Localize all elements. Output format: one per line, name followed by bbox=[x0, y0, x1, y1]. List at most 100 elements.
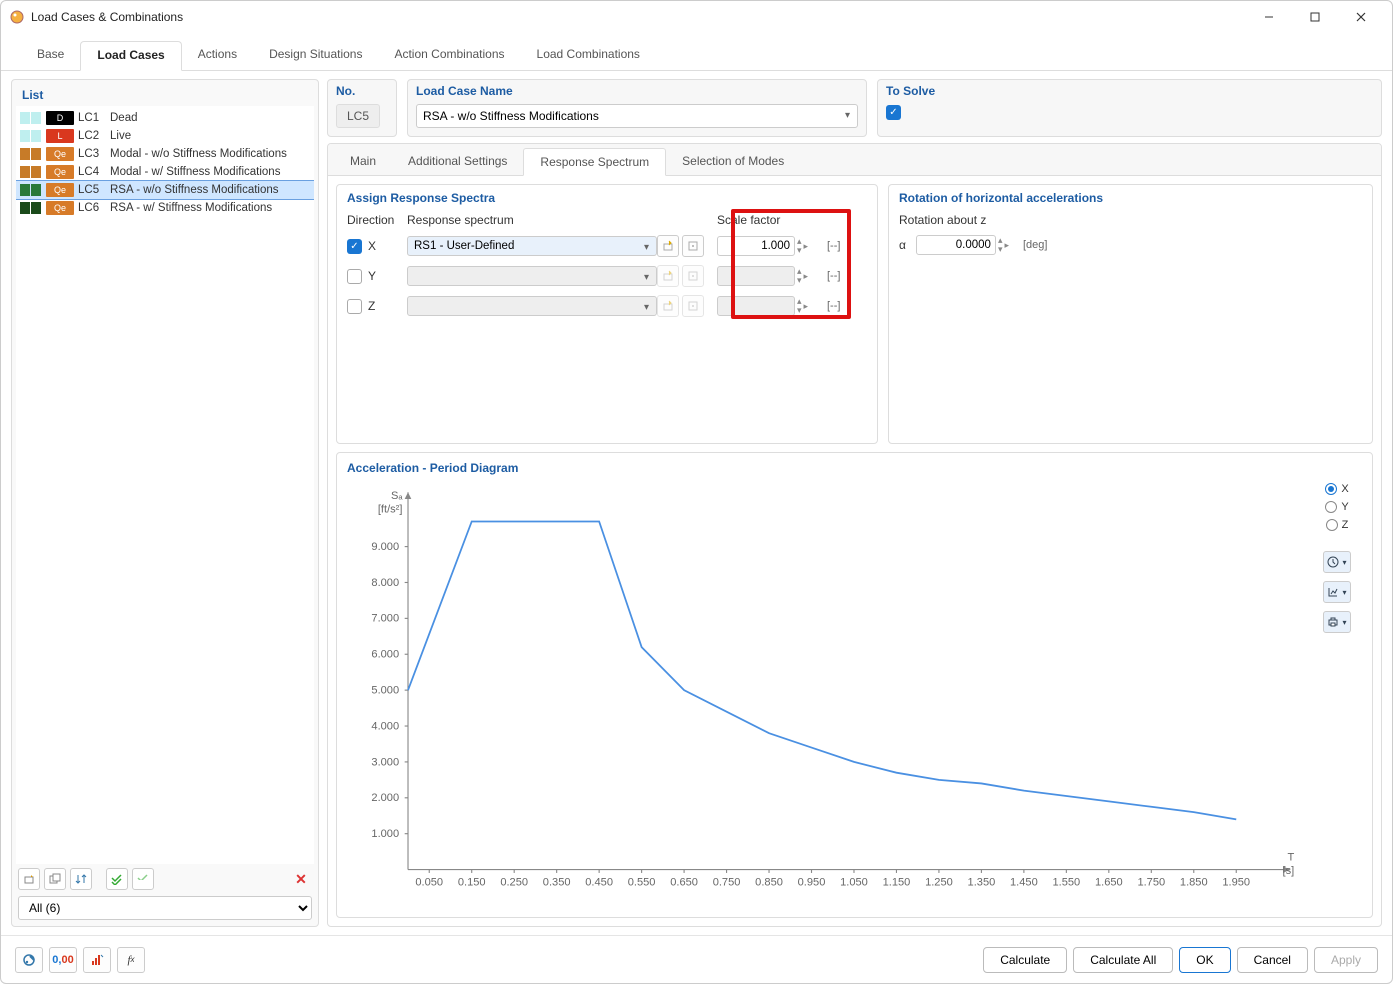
rotation-value-input[interactable] bbox=[916, 235, 996, 255]
chart-tool-print-icon[interactable]: ▾ bbox=[1323, 611, 1351, 633]
function-button[interactable]: fx bbox=[117, 947, 145, 973]
assign-header: Assign Response Spectra bbox=[347, 191, 867, 205]
direction-z-checkbox[interactable] bbox=[347, 299, 362, 314]
graph-button[interactable] bbox=[83, 947, 111, 973]
rotation-panel: Rotation of horizontal accelerations Rot… bbox=[888, 184, 1373, 444]
direction-y-checkbox[interactable] bbox=[347, 269, 362, 284]
svg-text:1.850: 1.850 bbox=[1180, 876, 1208, 888]
svg-text:4.000: 4.000 bbox=[371, 720, 399, 732]
svg-text:0.650: 0.650 bbox=[670, 876, 698, 888]
calculate-button[interactable]: Calculate bbox=[983, 947, 1067, 973]
spectrum-x-new-icon[interactable] bbox=[657, 235, 679, 257]
list-item[interactable]: QeLC5RSA - w/o Stiffness Modifications bbox=[16, 181, 314, 199]
scale-y-input bbox=[717, 266, 795, 286]
close-button[interactable] bbox=[1338, 2, 1384, 32]
field-no-label: No. bbox=[336, 84, 388, 98]
spectrum-y-edit-icon bbox=[682, 265, 704, 287]
load-case-name-input[interactable] bbox=[416, 104, 858, 128]
svg-text:0.550: 0.550 bbox=[628, 876, 656, 888]
delete-button[interactable]: ✕ bbox=[290, 868, 312, 890]
main-tab-load-cases[interactable]: Load Cases bbox=[80, 41, 181, 71]
svg-text:7.000: 7.000 bbox=[371, 613, 399, 625]
svg-text:Sₐ: Sₐ bbox=[391, 490, 403, 502]
chart-tool-clock-icon[interactable]: ▾ bbox=[1323, 551, 1351, 573]
main-tab-action-combinations[interactable]: Action Combinations bbox=[378, 41, 520, 70]
field-name-label: Load Case Name bbox=[416, 84, 858, 98]
footer: 0,00 fx Calculate Calculate All OK Cance… bbox=[1, 935, 1392, 983]
svg-text:T: T bbox=[1287, 851, 1294, 863]
svg-text:1.750: 1.750 bbox=[1137, 876, 1165, 888]
direction-x-checkbox[interactable]: ✓ bbox=[347, 239, 362, 254]
spectrum-y-select bbox=[407, 266, 657, 286]
maximize-button[interactable] bbox=[1292, 2, 1338, 32]
svg-text:6.000: 6.000 bbox=[371, 649, 399, 661]
new-button[interactable] bbox=[18, 868, 40, 890]
chart-legend: XYZ ▾ ▾ ▾ bbox=[1312, 481, 1362, 909]
list-item[interactable]: LLC2Live bbox=[16, 127, 314, 145]
chart-title: Acceleration - Period Diagram bbox=[347, 461, 1362, 475]
calculate-all-button[interactable]: Calculate All bbox=[1073, 947, 1173, 973]
uncheck-all-button[interactable] bbox=[132, 868, 154, 890]
apply-button[interactable]: Apply bbox=[1314, 947, 1378, 973]
ok-button[interactable]: OK bbox=[1179, 947, 1230, 973]
scale-x-input[interactable] bbox=[717, 236, 795, 256]
minimize-button[interactable] bbox=[1246, 2, 1292, 32]
spectrum-x-select[interactable] bbox=[407, 236, 657, 256]
rotation-symbol: α bbox=[899, 238, 906, 252]
spectrum-x-edit-icon[interactable] bbox=[682, 235, 704, 257]
svg-text:[ft/s²]: [ft/s²] bbox=[378, 503, 403, 515]
app-icon bbox=[9, 9, 25, 25]
sub-tab-additional-settings[interactable]: Additional Settings bbox=[392, 148, 523, 175]
rotation-row-label: Rotation about z bbox=[899, 213, 1362, 227]
svg-text:0.050: 0.050 bbox=[415, 876, 443, 888]
svg-text:0.150: 0.150 bbox=[458, 876, 486, 888]
svg-text:1.650: 1.650 bbox=[1095, 876, 1123, 888]
main-tab-load-combinations[interactable]: Load Combinations bbox=[521, 41, 656, 70]
main-tabs: BaseLoad CasesActionsDesign SituationsAc… bbox=[1, 33, 1392, 71]
svg-text:1.250: 1.250 bbox=[925, 876, 953, 888]
cancel-button[interactable]: Cancel bbox=[1237, 947, 1308, 973]
sub-tab-selection-of-modes[interactable]: Selection of Modes bbox=[666, 148, 800, 175]
sub-tabs: MainAdditional SettingsResponse Spectrum… bbox=[328, 144, 1381, 176]
svg-text:0.850: 0.850 bbox=[755, 876, 783, 888]
svg-text:1.050: 1.050 bbox=[840, 876, 868, 888]
main-tab-design-situations[interactable]: Design Situations bbox=[253, 41, 378, 70]
list-item[interactable]: QeLC6RSA - w/ Stiffness Modifications bbox=[16, 199, 314, 217]
svg-text:1.150: 1.150 bbox=[883, 876, 911, 888]
units-button[interactable]: 0,00 bbox=[49, 947, 77, 973]
sub-tab-main[interactable]: Main bbox=[334, 148, 392, 175]
spectrum-z-new-icon bbox=[657, 295, 679, 317]
svg-text:[s]: [s] bbox=[1283, 865, 1295, 877]
direction-x-label: X bbox=[368, 239, 376, 253]
svg-text:3.000: 3.000 bbox=[371, 756, 399, 768]
svg-text:0.950: 0.950 bbox=[798, 876, 826, 888]
filter-select[interactable]: All (6) bbox=[18, 896, 312, 920]
svg-text:0.750: 0.750 bbox=[713, 876, 741, 888]
svg-text:0.450: 0.450 bbox=[585, 876, 613, 888]
field-solve-label: To Solve bbox=[886, 84, 1373, 98]
svg-text:1.950: 1.950 bbox=[1222, 876, 1250, 888]
to-solve-checkbox[interactable]: ✓ bbox=[886, 105, 901, 120]
legend-y[interactable]: Y bbox=[1325, 501, 1348, 513]
list-item[interactable]: QeLC4Modal - w/ Stiffness Modifications bbox=[16, 163, 314, 181]
scale-x-unit: [--] bbox=[827, 240, 867, 252]
spectrum-z-select bbox=[407, 296, 657, 316]
field-no-value: LC5 bbox=[336, 104, 380, 128]
sub-tab-response-spectrum[interactable]: Response Spectrum bbox=[523, 148, 666, 176]
list-filter[interactable]: All (6) bbox=[18, 896, 312, 920]
list-item[interactable]: DLC1Dead bbox=[16, 109, 314, 127]
assign-spectra-panel: Assign Response Spectra Direction Respon… bbox=[336, 184, 878, 444]
svg-text:1.000: 1.000 bbox=[371, 828, 399, 840]
legend-x[interactable]: X bbox=[1325, 483, 1348, 495]
main-tab-base[interactable]: Base bbox=[21, 41, 80, 70]
rotation-header: Rotation of horizontal accelerations bbox=[899, 191, 1362, 205]
legend-z[interactable]: Z bbox=[1326, 519, 1349, 531]
help-button[interactable] bbox=[15, 947, 43, 973]
list-item[interactable]: QeLC3Modal - w/o Stiffness Modifications bbox=[16, 145, 314, 163]
check-all-button[interactable] bbox=[106, 868, 128, 890]
copy-button[interactable] bbox=[44, 868, 66, 890]
svg-text:2.000: 2.000 bbox=[371, 792, 399, 804]
main-tab-actions[interactable]: Actions bbox=[182, 41, 253, 70]
chart-tool-axes-icon[interactable]: ▾ bbox=[1323, 581, 1351, 603]
sort-button[interactable] bbox=[70, 868, 92, 890]
